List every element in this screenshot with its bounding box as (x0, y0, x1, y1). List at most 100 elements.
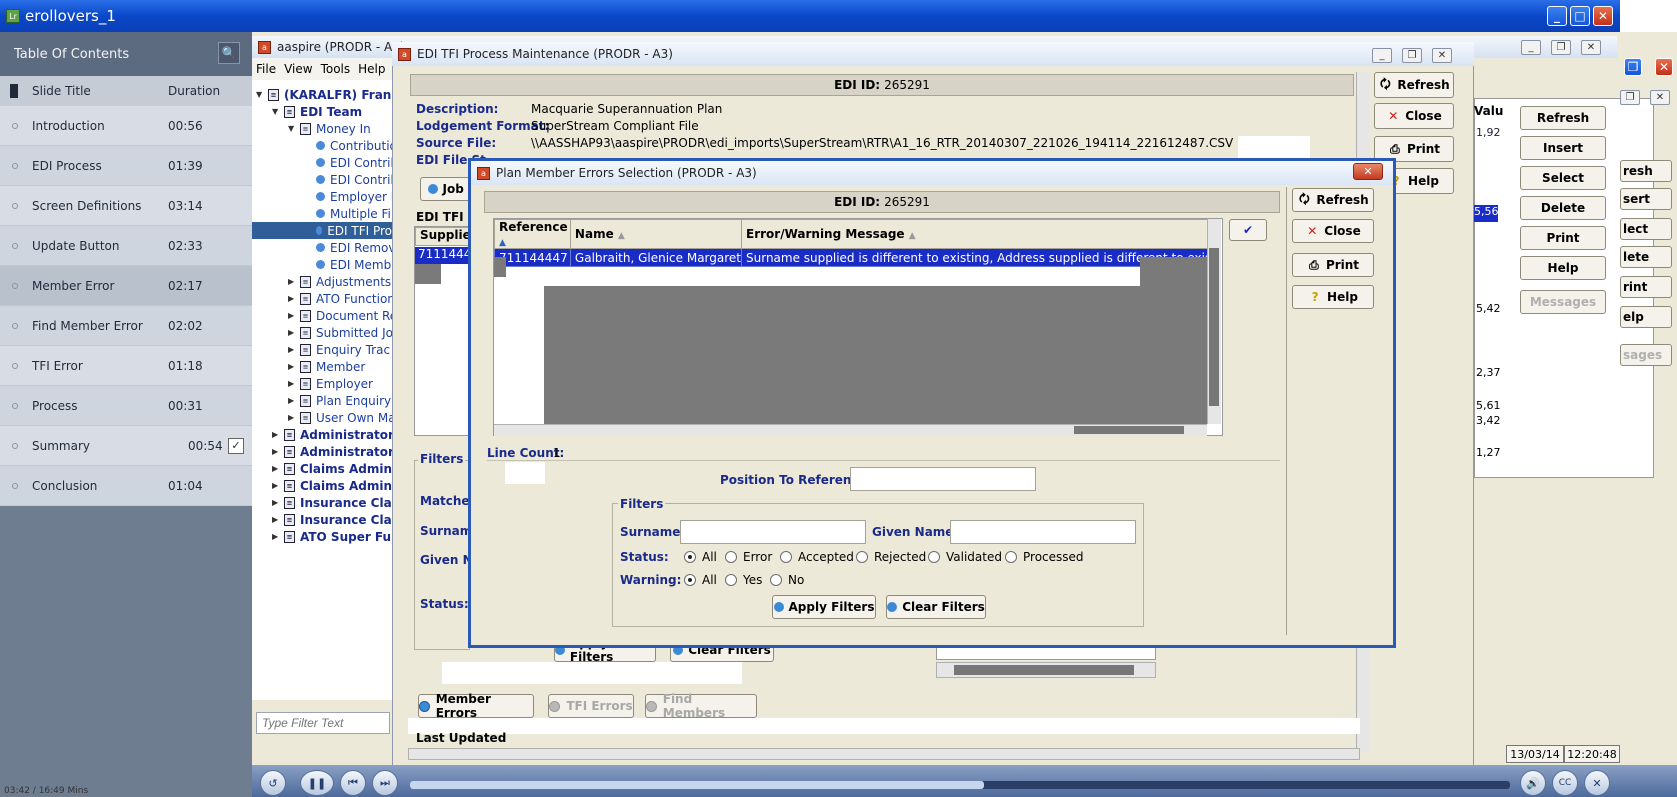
back-help-button[interactable]: Help (1520, 256, 1606, 280)
far-select-button[interactable]: lect (1620, 218, 1672, 240)
position-to-reference-input[interactable] (850, 467, 1036, 491)
far-print-button[interactable]: rint (1620, 276, 1672, 298)
tree-node[interactable]: ▶≡Insurance Claim (272, 511, 392, 528)
close-icon[interactable]: ✕ (1655, 58, 1673, 76)
tree-node[interactable]: ▶ ≡ Adjustments (288, 273, 391, 290)
column-header-reference[interactable]: Reference ▲ (494, 219, 571, 249)
tree-node[interactable]: ▶ ≡ Employer (288, 375, 373, 392)
tree-node[interactable]: Multiple Fi (316, 205, 391, 222)
table-row[interactable]: 711144447 Galbraith, Glenice Margaret Su… (494, 248, 1212, 267)
status-option-processed[interactable]: Processed (1005, 550, 1084, 564)
dialog-clear-filters-button[interactable]: Clear Filters (886, 595, 986, 619)
tree-filter-input[interactable] (256, 712, 390, 734)
tab-tfi-errors[interactable]: TFI Errors (548, 694, 634, 718)
warning-option-yes[interactable]: Yes (725, 573, 762, 587)
tfi-bottom-scrollbar[interactable] (408, 748, 1360, 760)
status-option-rejected[interactable]: Rejected (856, 550, 926, 564)
menu-view[interactable]: View (284, 62, 312, 76)
toc-item[interactable]: Process 00:31 (0, 386, 252, 426)
far-messages-button[interactable]: sages (1620, 344, 1672, 366)
tree-node[interactable]: ▶≡Administrator S (272, 443, 392, 460)
tfi-close-button[interactable]: ✕ Close (1374, 103, 1454, 129)
volume-icon[interactable]: 🔊 (1520, 770, 1546, 796)
search-icon[interactable]: 🔍 (218, 42, 240, 64)
back-insert-button[interactable]: Insert (1520, 136, 1606, 160)
supplied-row[interactable]: 7111444 (415, 247, 471, 264)
tree-node[interactable]: ▼ ≡ EDI Team (272, 103, 362, 120)
tree-node[interactable]: ▶ ≡ Member (288, 358, 365, 375)
tab-find-members[interactable]: Find Members (645, 692, 757, 720)
checkmark-icon[interactable]: ✓ (228, 437, 244, 454)
far-help-button[interactable]: elp (1620, 306, 1672, 328)
menu-file[interactable]: File (256, 62, 276, 76)
pause-icon[interactable]: ❚❚ (300, 770, 334, 796)
toc-item[interactable]: Introduction 00:56 (0, 106, 252, 146)
confirm-check-button[interactable]: ✔ (1229, 219, 1267, 241)
tree-node[interactable]: ▶ ≡ Administrator (272, 426, 392, 443)
restore-icon[interactable]: ❐ (1620, 90, 1640, 105)
tree-node[interactable]: ▶≡Claims Administ (272, 477, 392, 494)
minimize-icon[interactable]: _ (1372, 48, 1392, 63)
scrollbar-thumb[interactable] (954, 665, 1134, 675)
rewind-icon[interactable]: ↺ (260, 770, 286, 796)
tree-node[interactable]: ▼≡(KARALFR) Frank K (256, 86, 392, 103)
toc-item[interactable]: TFI Error 01:18 (0, 346, 252, 386)
next-icon[interactable]: ⏭ (372, 770, 398, 796)
surname-input[interactable] (680, 520, 866, 544)
tree-node[interactable]: ▶ ≡ Submitted Jo (288, 324, 392, 341)
tree-node[interactable]: ▶ ≡ ATO Function (288, 290, 392, 307)
menu-tools[interactable]: Tools (321, 62, 351, 76)
far-refresh-button[interactable]: resh (1620, 160, 1672, 182)
column-header-name[interactable]: Name ▲ (569, 219, 743, 249)
cc-icon[interactable]: CC (1552, 770, 1578, 796)
tree-node[interactable]: EDI Membe (316, 256, 392, 273)
tree-node[interactable]: ▶ ≡ Document Re (288, 307, 392, 324)
back-delete-button[interactable]: Delete (1520, 196, 1606, 220)
close-icon[interactable]: ✕ (1581, 40, 1601, 55)
restore-icon[interactable]: ❐ (1402, 48, 1422, 63)
toc-item[interactable]: Find Member Error 02:02 (0, 306, 252, 346)
toc-item[interactable]: Update Button 02:33 (0, 226, 252, 266)
tree-node[interactable]: ▶≡ATO Super Fund (272, 528, 392, 545)
tree-node-selected[interactable]: EDI TFI Pro (252, 222, 392, 239)
far-insert-button[interactable]: sert (1620, 188, 1672, 210)
tree-node[interactable]: ▼ ≡ Money In (288, 120, 371, 137)
status-option-validated[interactable]: Validated (928, 550, 1002, 564)
dialog-apply-filters-button[interactable]: Apply Filters (772, 595, 876, 619)
tab-member-errors[interactable]: Member Errors (418, 692, 534, 720)
tree-node[interactable]: EDI Remove (316, 239, 392, 256)
toc-item[interactable]: Screen Definitions 03:14 (0, 186, 252, 226)
tree-node[interactable]: Contributio (316, 137, 392, 154)
close-icon[interactable]: ✕ (1584, 770, 1610, 796)
status-option-all[interactable]: All (684, 550, 717, 564)
tree-node[interactable]: ▶ ≡ Enquiry Trac (288, 341, 390, 358)
given-name-input[interactable] (950, 520, 1136, 544)
dialog-print-button[interactable]: ⎙ Print (1292, 253, 1374, 277)
tree-node[interactable]: ▶ ≡ Plan Enquiry (288, 392, 391, 409)
tree-node[interactable]: Employer M (316, 188, 392, 205)
warning-option-all[interactable]: All (684, 573, 717, 587)
close-icon[interactable]: ✕ (1593, 6, 1613, 26)
maximize-icon[interactable]: □ (1570, 6, 1590, 26)
minimize-icon[interactable]: _ (1521, 40, 1541, 55)
status-option-accepted[interactable]: Accepted (780, 550, 854, 564)
back-select-button[interactable]: Select (1520, 166, 1606, 190)
tree-node[interactable]: EDI Contrib (316, 154, 392, 171)
tfi-refresh-button[interactable]: 🗘 Refresh (1374, 72, 1454, 98)
scrollbar-thumb[interactable] (1074, 426, 1184, 434)
toc-item[interactable]: EDI Process 01:39 (0, 146, 252, 186)
warning-option-no[interactable]: No (770, 573, 804, 587)
previous-icon[interactable]: ⏮ (340, 770, 366, 796)
back-messages-button[interactable]: Messages (1520, 290, 1606, 314)
scrollbar-thumb[interactable] (1209, 248, 1219, 406)
dialog-help-button[interactable]: ? Help (1292, 285, 1374, 309)
toc-item[interactable]: Conclusion 01:04 (0, 466, 252, 506)
restore-icon[interactable]: ❐ (1551, 40, 1571, 55)
supplied-column-header[interactable]: Supplied (415, 227, 479, 246)
back-refresh-button[interactable]: Refresh (1520, 106, 1606, 130)
back-print-button[interactable]: Print (1520, 226, 1606, 250)
column-header-message[interactable]: Error/Warning Message ▲ (741, 219, 1212, 249)
dialog-close-icon[interactable]: ✕ (1353, 163, 1383, 180)
tree-node[interactable]: ▶≡Claims Administ (272, 460, 392, 477)
far-delete-button[interactable]: lete (1620, 246, 1672, 268)
